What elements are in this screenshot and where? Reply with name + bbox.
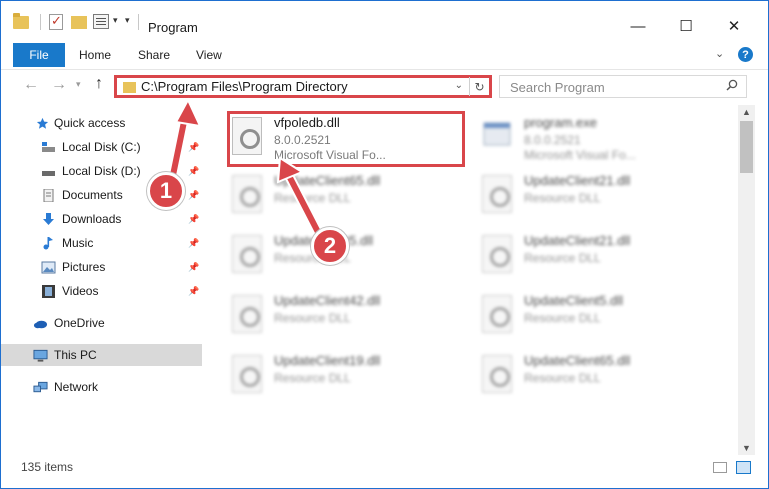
pictures-icon xyxy=(41,261,56,273)
title-bar: ✓ ▾ ▾ Program — ☐ ✕ xyxy=(1,1,768,41)
sidebar-item-videos[interactable]: Videos 📌 xyxy=(1,280,202,302)
dll-gear-icon xyxy=(232,355,262,393)
maximize-button[interactable]: ☐ xyxy=(666,11,706,41)
dll-gear-icon xyxy=(232,175,262,213)
download-arrow-icon xyxy=(43,212,54,225)
sidebar-item-pictures[interactable]: Pictures 📌 xyxy=(1,256,202,278)
large-icons-view-icon[interactable] xyxy=(736,461,751,474)
window-title: Program xyxy=(148,20,198,35)
search-input[interactable]: Search Program xyxy=(499,75,747,98)
help-icon[interactable]: ? xyxy=(738,47,753,62)
star-icon xyxy=(36,117,49,129)
tab-file[interactable]: File xyxy=(13,43,65,67)
file-item-program-exe[interactable]: program.exe 8.0.0.2521 Microsoft Visual … xyxy=(478,113,718,163)
recent-locations-icon[interactable]: ▾ xyxy=(76,79,81,90)
navigation-bar: ← → ▾ ↑ C:\Program Files\Program Directo… xyxy=(1,69,768,103)
scroll-down-icon[interactable]: ▼ xyxy=(742,443,751,453)
file-item[interactable]: UpdateClient5.dll Resource DLL xyxy=(228,231,468,281)
navigation-pane: Quick access Local Disk (C:) 📌 Local Dis… xyxy=(1,105,208,455)
close-button[interactable]: ✕ xyxy=(714,11,754,41)
selected-file-highlight xyxy=(227,111,465,167)
tab-share[interactable]: Share xyxy=(138,43,170,67)
view-options-icon[interactable] xyxy=(93,14,109,29)
refresh-icon[interactable]: ↻ xyxy=(469,77,489,96)
file-item[interactable]: UpdateClient65.dll Resource DLL xyxy=(478,351,718,401)
sidebar-item-this-pc[interactable]: This PC xyxy=(1,344,202,366)
cloud-icon xyxy=(33,320,48,328)
pin-icon[interactable]: 📌 xyxy=(188,238,199,249)
sidebar-item-quick-access[interactable]: Quick access xyxy=(1,112,202,134)
computer-icon xyxy=(33,349,48,362)
file-explorer-window: ✓ ▾ ▾ Program — ☐ ✕ File Home Share View… xyxy=(0,0,769,489)
sidebar-item-onedrive[interactable]: OneDrive xyxy=(1,312,202,334)
separator xyxy=(138,14,139,30)
scroll-up-icon[interactable]: ▲ xyxy=(742,107,751,117)
pin-icon[interactable]: 📌 xyxy=(188,142,199,153)
file-item[interactable]: UpdateClient19.dll Resource DLL xyxy=(228,351,468,401)
back-arrow-icon[interactable]: ← xyxy=(23,76,39,94)
status-bar: 135 items xyxy=(1,456,768,488)
file-item[interactable]: UpdateClient65.dll Resource DLL xyxy=(228,171,468,221)
sidebar-item-local-disk-c[interactable]: Local Disk (C:) 📌 xyxy=(1,136,202,158)
dll-gear-icon xyxy=(482,175,512,213)
exe-icon xyxy=(483,122,511,146)
ribbon-tabs: File Home Share View ⌄ ? xyxy=(1,43,768,67)
dll-gear-icon xyxy=(232,295,262,333)
callout-badge-1: 1 xyxy=(147,172,185,210)
item-count: 135 items xyxy=(21,460,74,474)
search-icon[interactable] xyxy=(726,79,738,91)
callout-badge-2: 2 xyxy=(311,227,349,265)
pin-icon[interactable]: 📌 xyxy=(188,190,199,201)
pin-icon[interactable]: 📌 xyxy=(188,286,199,297)
drive-icon xyxy=(42,141,55,152)
drive-icon xyxy=(42,170,55,176)
pin-icon[interactable]: 📌 xyxy=(188,166,199,177)
vertical-scrollbar[interactable]: ▲ ▼ xyxy=(738,105,755,455)
file-item[interactable]: UpdateClient5.dll Resource DLL xyxy=(478,291,718,341)
address-path[interactable]: C:\Program Files\Program Directory xyxy=(141,79,348,95)
folder-icon xyxy=(13,13,29,29)
film-strip-icon xyxy=(42,284,55,298)
separator xyxy=(40,14,41,30)
chevron-down-icon[interactable]: ⌄ xyxy=(455,80,463,91)
dll-gear-icon xyxy=(482,355,512,393)
forward-arrow-icon[interactable]: → xyxy=(51,76,67,94)
music-note-icon xyxy=(43,236,53,249)
customize-toolbar-icon[interactable]: ▾ xyxy=(125,15,130,26)
sidebar-item-downloads[interactable]: Downloads 📌 xyxy=(1,208,202,230)
details-view-icon[interactable] xyxy=(713,462,727,473)
file-item[interactable]: UpdateClient42.dll Resource DLL xyxy=(228,291,468,341)
sidebar-item-music[interactable]: Music 📌 xyxy=(1,232,202,254)
new-folder-icon[interactable] xyxy=(71,16,87,29)
tab-home[interactable]: Home xyxy=(79,43,111,67)
expand-ribbon-icon[interactable]: ⌄ xyxy=(715,47,724,60)
properties-check-icon[interactable]: ✓ xyxy=(49,13,63,30)
dll-gear-icon xyxy=(482,295,512,333)
search-placeholder: Search Program xyxy=(510,80,605,95)
dll-gear-icon xyxy=(232,235,262,273)
documents-icon xyxy=(43,188,54,202)
minimize-button[interactable]: — xyxy=(618,11,658,41)
scroll-thumb[interactable] xyxy=(740,121,753,173)
chevron-down-icon[interactable]: ▾ xyxy=(113,15,118,26)
folder-icon xyxy=(123,82,136,93)
address-bar[interactable]: C:\Program Files\Program Directory ⌄ ↻ xyxy=(114,75,492,98)
file-item[interactable]: UpdateClient21.dll Resource DLL xyxy=(478,171,718,221)
up-arrow-icon[interactable]: ↑ xyxy=(95,75,103,93)
pin-icon[interactable]: 📌 xyxy=(188,262,199,273)
tab-view[interactable]: View xyxy=(196,43,222,67)
network-icon xyxy=(33,381,48,392)
dll-gear-icon xyxy=(482,235,512,273)
file-item[interactable]: UpdateClient21.dll Resource DLL xyxy=(478,231,718,281)
sidebar-item-network[interactable]: Network xyxy=(1,376,202,398)
pin-icon[interactable]: 📌 xyxy=(188,214,199,225)
